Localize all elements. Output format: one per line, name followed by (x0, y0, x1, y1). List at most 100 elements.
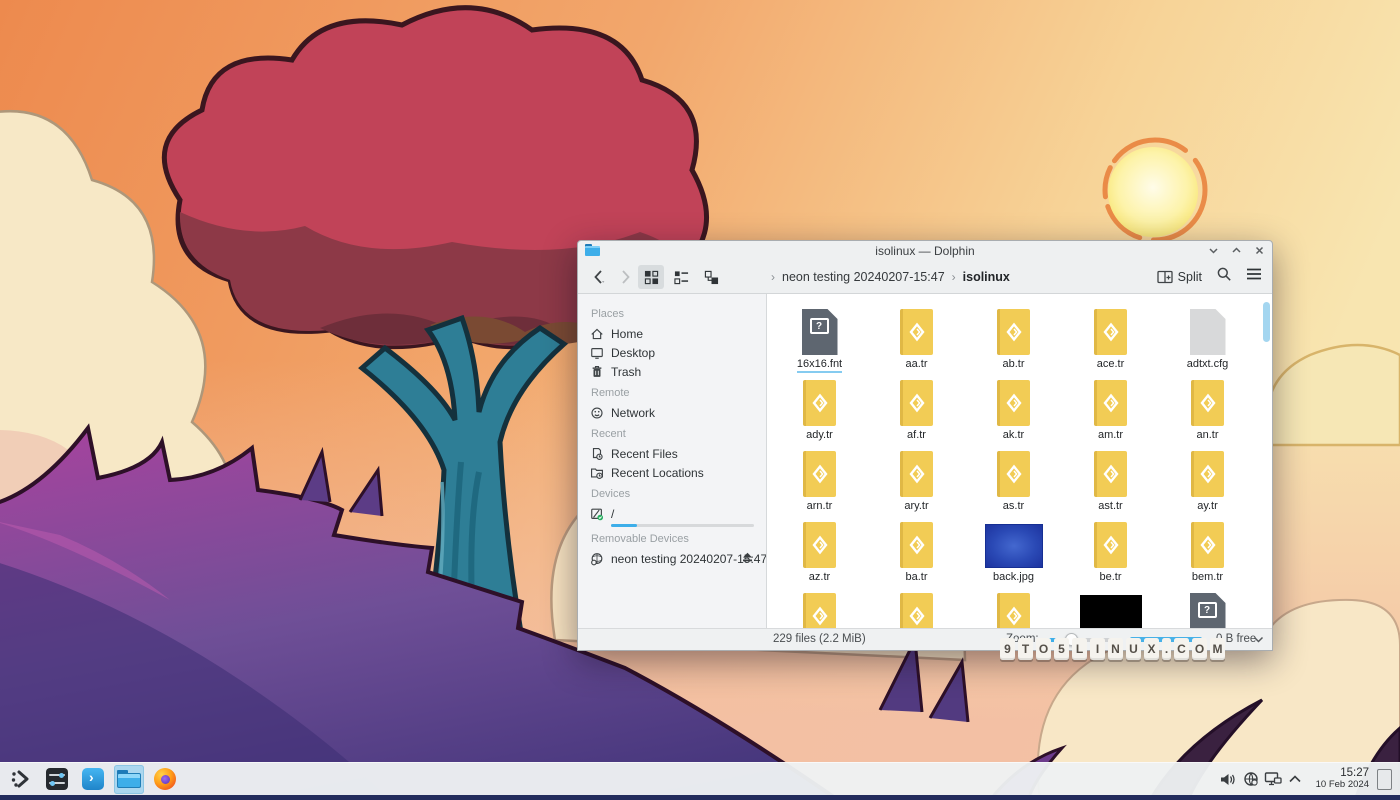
clock-widget[interactable]: 15:27 10 Feb 2024 (1316, 767, 1369, 790)
home-icon (590, 327, 604, 341)
sidebar-item-recent-files[interactable]: Recent Files (590, 444, 766, 463)
file-name: aa.tr (905, 358, 928, 370)
sidebar-item-[interactable]: / (590, 504, 766, 523)
text-file-icon (900, 593, 933, 628)
file-grid: ? 16x16.fnt aa.tr ab.tr ace.tr adtxt.cfg ady.t… (771, 302, 1262, 628)
file-item-aa-tr[interactable]: aa.tr (868, 302, 965, 373)
breadcrumb-separator-icon: › (951, 269, 956, 284)
file-view[interactable]: ? 16x16.fnt aa.tr ab.tr ace.tr adtxt.cfg ady.t… (767, 294, 1272, 628)
compact-view-button[interactable] (698, 265, 724, 289)
dolphin-taskbar-button[interactable] (114, 764, 144, 794)
file-item[interactable] (1062, 586, 1159, 628)
scrollbar[interactable] (1262, 296, 1271, 626)
icons-view-button[interactable] (638, 265, 664, 289)
text-file-icon (803, 380, 836, 426)
volume-tray-button[interactable] (1218, 767, 1240, 791)
text-file-icon (900, 309, 933, 355)
system-settings-button[interactable] (42, 765, 72, 794)
watermark-letter: 5 (1054, 638, 1069, 660)
file-item-az-tr[interactable]: az.tr (771, 515, 868, 586)
split-view-icon (1157, 270, 1173, 283)
file-item-ace-tr[interactable]: ace.tr (1062, 302, 1159, 373)
file-name: af.tr (907, 429, 926, 441)
file-item[interactable] (868, 586, 965, 628)
sidebar-item-neon-testing-20240207-15-47[interactable]: neon testing 20240207-15:47 (590, 549, 766, 568)
sidebar-item-desktop[interactable]: Desktop (590, 343, 766, 362)
search-button[interactable] (1216, 266, 1232, 287)
text-file-icon (803, 451, 836, 497)
discover-button[interactable] (78, 765, 108, 794)
scrollbar-thumb[interactable] (1263, 302, 1270, 342)
expand-tray-button[interactable] (1284, 767, 1306, 791)
file-item-ba-tr[interactable]: ba.tr (868, 515, 965, 586)
image-thumbnail (1079, 595, 1142, 628)
sidebar-item-network[interactable]: Network (590, 403, 766, 422)
recent-locations-icon (590, 466, 604, 480)
menu-button[interactable] (1246, 267, 1262, 286)
network-tray-button[interactable] (1240, 767, 1262, 791)
sidebar-section-header: Devices (591, 488, 631, 500)
breadcrumb: › neon testing 20240207-15:47 › isolinux (771, 260, 1010, 293)
file-item-16x16-fnt[interactable]: ? 16x16.fnt (771, 302, 868, 373)
file-name: adtxt.cfg (1186, 358, 1229, 370)
file-item-an-tr[interactable]: an.tr (1159, 373, 1256, 444)
file-item[interactable] (965, 586, 1062, 628)
file-name: ady.tr (806, 429, 833, 441)
file-item-arn-tr[interactable]: arn.tr (771, 444, 868, 515)
taskbar: 15:27 10 Feb 2024 (0, 762, 1400, 795)
back-button[interactable] (588, 266, 610, 288)
window-title: isolinux — Dolphin (875, 243, 975, 258)
file-name: ak.tr (1002, 429, 1025, 441)
places-panel: Places Home Desktop Trash Remote Network Recen… (578, 294, 767, 628)
text-file-icon (1094, 380, 1127, 426)
watermark-letter: O (1036, 638, 1051, 660)
file-item-back-jpg[interactable]: back.jpg (965, 515, 1062, 586)
text-file-icon (997, 380, 1030, 426)
sidebar-item-trash[interactable]: Trash (590, 362, 766, 381)
file-item-ay-tr[interactable]: ay.tr (1159, 444, 1256, 515)
file-item-as-tr[interactable]: as.tr (965, 444, 1062, 515)
split-button[interactable]: Split (1157, 270, 1202, 284)
text-file-icon (997, 309, 1030, 355)
file-item-adtxt-cfg[interactable]: adtxt.cfg (1159, 302, 1256, 373)
file-item-bem-tr[interactable]: bem.tr (1159, 515, 1256, 586)
sidebar-section-header: Removable Devices (591, 533, 689, 545)
file-name: ba.tr (905, 571, 928, 583)
breadcrumb-parent[interactable]: neon testing 20240207-15:47 (782, 270, 945, 284)
show-desktop-button[interactable] (1377, 768, 1392, 790)
breadcrumb-current[interactable]: isolinux (963, 270, 1010, 284)
titlebar[interactable]: isolinux — Dolphin (578, 241, 1272, 260)
file-item-am-tr[interactable]: am.tr (1062, 373, 1159, 444)
file-item-af-tr[interactable]: af.tr (868, 373, 965, 444)
file-item[interactable] (771, 586, 868, 628)
sidebar-item-recent-locations[interactable]: Recent Locations (590, 463, 766, 482)
file-item-ary-tr[interactable]: ary.tr (868, 444, 965, 515)
text-file-icon (803, 522, 836, 568)
file-item[interactable]: ? (1159, 586, 1256, 628)
firefox-button[interactable] (150, 765, 180, 794)
app-launcher-button[interactable] (6, 765, 36, 794)
minimize-button[interactable] (1206, 243, 1220, 257)
file-item-ab-tr[interactable]: ab.tr (965, 302, 1062, 373)
dolphin-icon (117, 770, 141, 788)
sidebar-section-header: Remote (591, 387, 630, 399)
watermark-letter: X (1144, 638, 1159, 660)
file-name: be.tr (1099, 571, 1122, 583)
details-view-button[interactable] (668, 265, 694, 289)
eject-icon[interactable] (741, 551, 754, 566)
forward-button[interactable] (614, 266, 636, 288)
file-item-ady-tr[interactable]: ady.tr (771, 373, 868, 444)
dolphin-app-icon (585, 244, 600, 256)
file-item-ast-tr[interactable]: ast.tr (1062, 444, 1159, 515)
text-file-icon (997, 451, 1030, 497)
close-button[interactable] (1252, 243, 1266, 257)
maximize-button[interactable] (1229, 243, 1243, 257)
display-tray-button[interactable] (1262, 767, 1284, 791)
file-item-be-tr[interactable]: be.tr (1062, 515, 1159, 586)
sidebar-item-home[interactable]: Home (590, 324, 766, 343)
file-name: ary.tr (904, 500, 929, 512)
chevron-down-icon[interactable] (1253, 635, 1264, 647)
removable-device-icon (590, 552, 604, 566)
file-item-ak-tr[interactable]: ak.tr (965, 373, 1062, 444)
watermark-letter: . (1162, 638, 1171, 660)
